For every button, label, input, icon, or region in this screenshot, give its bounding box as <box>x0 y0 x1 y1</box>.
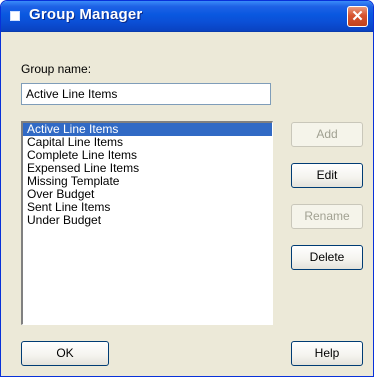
list-item[interactable]: Under Budget <box>23 214 272 227</box>
add-button[interactable]: Add <box>291 122 363 147</box>
close-icon: ✕ <box>351 8 364 25</box>
ok-button[interactable]: OK <box>21 341 109 366</box>
group-manager-dialog: Group Manager ✕ Group name: Active Line … <box>0 0 374 377</box>
delete-button[interactable]: Delete <box>291 245 363 270</box>
help-button[interactable]: Help <box>291 341 363 366</box>
window-title: Group Manager <box>29 6 143 23</box>
group-list[interactable]: Active Line Items Capital Line Items Com… <box>21 121 273 325</box>
group-name-input[interactable]: Active Line Items <box>21 83 271 105</box>
rename-button[interactable]: Rename <box>291 204 363 229</box>
window-icon <box>10 11 20 21</box>
group-name-label: Group name: <box>21 62 92 76</box>
title-bar[interactable]: Group Manager ✕ <box>1 1 373 32</box>
edit-button[interactable]: Edit <box>291 163 363 188</box>
close-button[interactable]: ✕ <box>347 6 368 27</box>
